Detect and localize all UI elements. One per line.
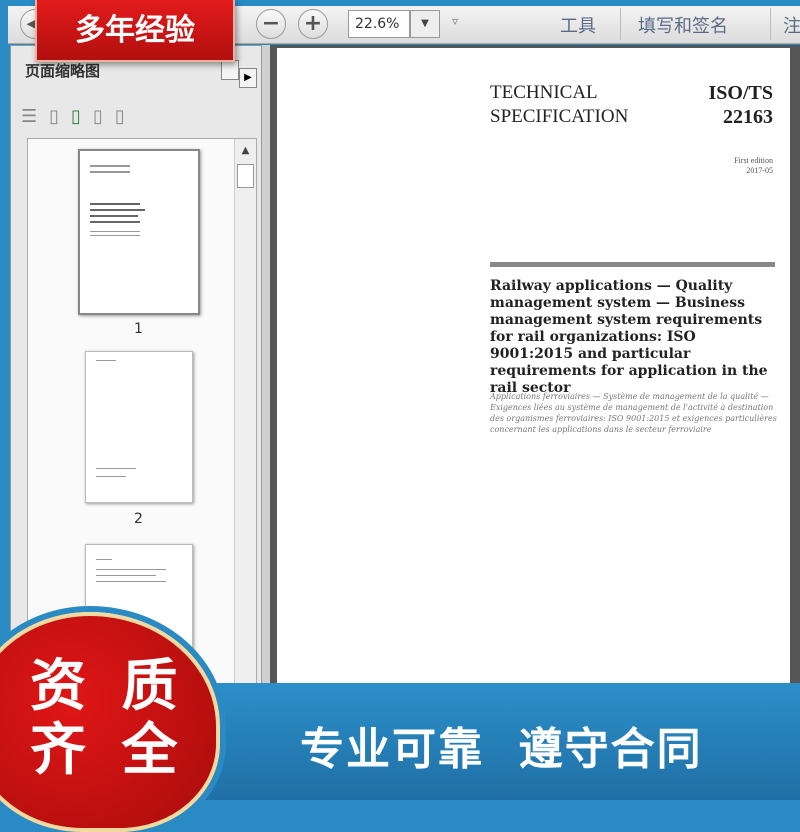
toolbar-more-icon[interactable]: ▿ — [452, 14, 458, 28]
doc-title: Railway applications — Quality managemen… — [490, 278, 768, 396]
cloud-line-2: 齐 全 — [30, 718, 186, 783]
thumbnail-tools: ☰▯▯▯▯ — [21, 106, 137, 127]
thumbnail-list: 1 2 ▲ — [27, 138, 257, 694]
divider — [490, 262, 775, 267]
sidebar-options-button[interactable] — [221, 60, 239, 80]
delete-page-icon[interactable]: ▯ — [115, 106, 137, 127]
rotate-page-icon[interactable]: ▯ — [93, 106, 115, 127]
thumbnail-scrollbar[interactable]: ▲ — [234, 139, 256, 685]
experience-ribbon: 多年经验 — [35, 0, 235, 62]
zoom-in-button[interactable]: + — [298, 9, 328, 39]
document-page: TECHNICAL SPECIFICATION ISO/TS 22163 Fir… — [277, 48, 790, 683]
doc-number: ISO/TS 22163 — [708, 82, 773, 128]
menu-fill-sign[interactable]: 填写和签名 — [638, 12, 728, 38]
edition: First edition 2017-05 — [734, 156, 773, 175]
options-icon[interactable]: ☰ — [21, 106, 49, 127]
thumbnail-sidebar: 页面缩略图 ▶ ☰▯▯▯▯ 1 2 ▲ — [10, 45, 262, 694]
cloud-line-1: 资 质 — [30, 654, 186, 719]
page-thumbnail-1[interactable] — [78, 149, 200, 315]
scroll-thumb[interactable] — [237, 164, 254, 188]
page-number: 2 — [134, 511, 143, 527]
divider — [770, 8, 771, 40]
zoom-input[interactable]: 22.6% — [348, 10, 410, 38]
divider — [620, 8, 621, 40]
sidebar-controls: ▶ — [221, 60, 261, 88]
zoom-out-button[interactable]: − — [256, 9, 286, 39]
cloud-badge-text: 资 质 齐 全 — [30, 655, 186, 783]
sidebar-title: 页面缩略图 — [25, 62, 101, 80]
page-number: 1 — [134, 321, 143, 337]
menu-tools[interactable]: 工具 — [560, 12, 596, 38]
collapse-sidebar-button[interactable]: ▶ — [239, 68, 257, 88]
zoom-dropdown-button[interactable]: ▼ — [410, 10, 440, 38]
scroll-up-icon[interactable]: ▲ — [235, 139, 256, 156]
menu-comment[interactable]: 注 — [783, 12, 800, 38]
insert-page-icon[interactable]: ▯ — [49, 106, 71, 127]
doc-subtitle: Applications ferroviaires — Système de m… — [490, 392, 777, 434]
page-thumbnail-2[interactable] — [85, 351, 193, 503]
slogan: 专业可靠 遵守合同 — [300, 724, 703, 775]
extract-page-icon[interactable]: ▯ — [71, 106, 93, 127]
doc-type: TECHNICAL SPECIFICATION — [490, 82, 629, 127]
